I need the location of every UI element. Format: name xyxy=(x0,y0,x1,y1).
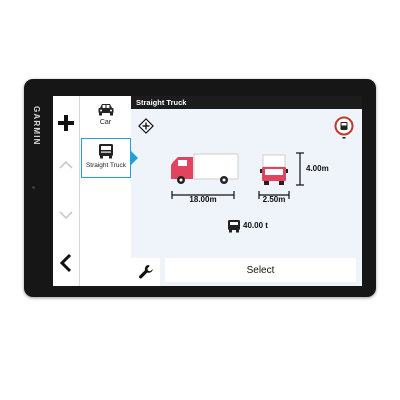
back-button[interactable] xyxy=(57,252,75,274)
length-value: 18.00m xyxy=(189,195,217,204)
height-value: 4.00m xyxy=(306,164,329,173)
wrench-icon xyxy=(139,265,153,279)
add-vehicle-button[interactable] xyxy=(55,112,77,134)
vehicle-label-car: Car xyxy=(99,119,112,126)
settings-button[interactable] xyxy=(131,258,160,286)
left-controls xyxy=(53,96,79,286)
restriction-button[interactable] xyxy=(334,116,354,140)
width-dimension-line xyxy=(258,186,290,199)
chevron-up-icon xyxy=(59,160,73,169)
panel-title: Straight Truck xyxy=(136,98,187,107)
light-sensor xyxy=(32,186,35,189)
length-dimension-line xyxy=(171,186,235,199)
hazmat-icon xyxy=(138,118,154,134)
hazmat-button[interactable] xyxy=(138,118,154,134)
selection-pointer xyxy=(131,151,138,165)
screen: Car Straight Truck Straight Truck 18.00m… xyxy=(53,96,362,286)
vehicle-label-straight-truck: Straight Truck xyxy=(85,162,127,169)
back-icon xyxy=(59,253,72,273)
scroll-up-button[interactable] xyxy=(57,158,75,170)
plus-icon xyxy=(58,115,74,131)
scroll-down-button[interactable] xyxy=(57,208,75,220)
vehicle-list: Car Straight Truck xyxy=(79,96,132,286)
brand-logo: GARMIN xyxy=(32,106,41,146)
chevron-down-icon xyxy=(59,211,73,220)
truck-icon xyxy=(99,144,113,159)
vehicle-item-straight-truck[interactable]: Straight Truck xyxy=(81,138,131,178)
select-button[interactable]: Select xyxy=(165,258,356,282)
title-bar: Straight Truck xyxy=(131,96,362,109)
vehicle-detail-panel: Straight Truck 18.00m 2.50m 4.00m 40.00 … xyxy=(131,96,362,286)
car-icon xyxy=(98,104,113,116)
height-dimension-line xyxy=(296,152,304,186)
weight-icon xyxy=(227,219,241,233)
vehicle-item-car[interactable]: Car xyxy=(80,98,131,138)
truck-side-view xyxy=(169,152,239,186)
truck-front-view xyxy=(260,154,288,186)
width-value: 2.50m xyxy=(262,195,286,204)
weight-value: 40.00 t xyxy=(243,221,268,230)
restriction-icon xyxy=(334,116,354,139)
